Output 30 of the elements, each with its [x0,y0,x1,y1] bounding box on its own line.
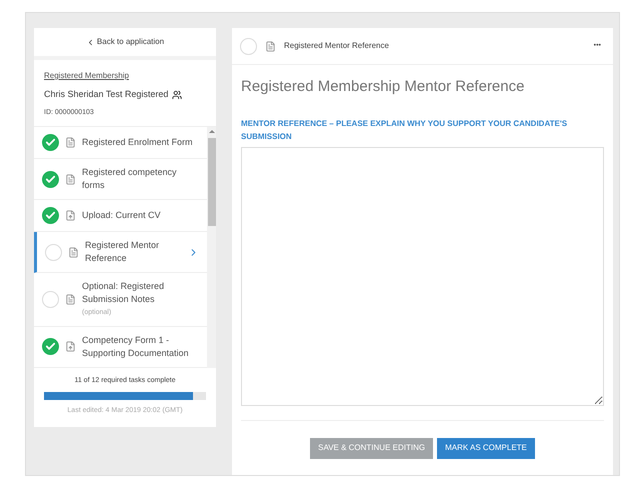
people-icon [172,90,182,100]
task-label: Competency Form 1 - Supporting Documentation [82,334,190,360]
task-item[interactable]: Upload: Current CV [34,200,207,232]
page-heading: Registered Membership Mentor Reference [241,77,526,97]
upload-file-icon [65,341,76,352]
document-icon [265,40,276,52]
task-item[interactable]: Registered competency forms [34,159,207,200]
task-label: Optional: Registered Submission Notes [82,280,166,306]
scrollbar-thumb[interactable] [208,138,216,226]
application-type-link[interactable]: Registered Membership [44,70,206,82]
task-label: Registered Mentor Reference [85,239,160,265]
answer-box[interactable] [241,146,604,406]
scrollbar[interactable] [207,127,216,368]
task-item[interactable]: Registered Enrolment Form [34,127,207,159]
task-label: Upload: Current CV [82,209,162,222]
mark-complete-button[interactable]: MARK AS COMPLETE [437,438,535,458]
back-link[interactable]: Back to application [34,28,216,60]
document-icon [65,174,76,184]
document-icon [65,137,76,148]
question-label: MENTOR REFERENCE – PLEASE EXPLAIN WHY YOU SUPPORT YOUR CANDIDATE'S SUBMISSION [241,118,568,142]
document-icon [65,294,76,305]
back-link-text: Back to application [96,36,164,48]
applicant-name: Chris Sheridan Test Registered [44,88,168,101]
document-icon [68,246,79,258]
task-label: Registered competency forms [82,166,178,192]
task-label: Registered Enrolment Form [82,136,194,149]
scroll-up-icon [208,130,214,133]
header-title: Registered Mentor Reference [284,40,390,52]
upload-file-icon [65,210,76,221]
task-item[interactable]: Competency Form 1 - Supporting Documentation [34,326,207,368]
